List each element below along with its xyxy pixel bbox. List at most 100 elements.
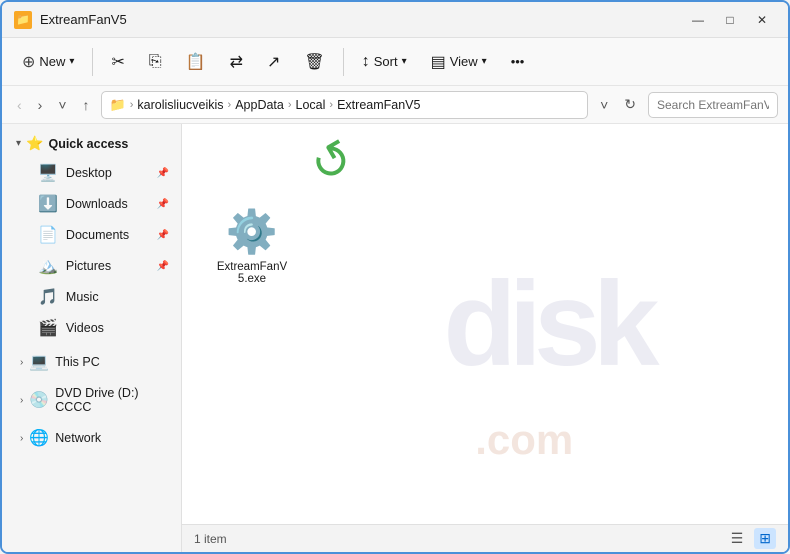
music-icon: 🎵 bbox=[38, 287, 58, 307]
cut-icon: ✂ bbox=[111, 52, 124, 72]
sidebar: ▾ ⭐ Quick access 🖥️ Desktop 📌 ⬇️ Downloa… bbox=[2, 124, 182, 552]
path-separator-1: › bbox=[130, 99, 134, 111]
up-button[interactable]: ↑ bbox=[78, 94, 95, 116]
recent-locations-button[interactable]: ˅ bbox=[53, 94, 71, 116]
sidebar-item-pictures[interactable]: 🏔️ Pictures 📌 bbox=[6, 251, 177, 281]
address-path[interactable]: 📁 › karolisliucveikis › AppData › Local … bbox=[101, 91, 589, 119]
dvd-icon: 💿 bbox=[29, 390, 49, 410]
sidebar-item-downloads-label: Downloads bbox=[66, 197, 149, 211]
list-view-button[interactable]: ☰ bbox=[726, 528, 749, 549]
address-bar: ‹ › ˅ ↑ 📁 › karolisliucveikis › AppData … bbox=[2, 86, 788, 124]
sidebar-item-music-label: Music bbox=[66, 290, 169, 304]
search-input[interactable] bbox=[648, 92, 778, 118]
new-label: New bbox=[39, 54, 65, 69]
sidebar-item-videos-label: Videos bbox=[66, 321, 169, 335]
path-folder-icon: 📁 bbox=[110, 97, 126, 113]
minimize-button[interactable]: — bbox=[684, 10, 712, 30]
address-controls: ˅ ↻ bbox=[594, 93, 642, 116]
maximize-button[interactable]: □ bbox=[716, 10, 744, 30]
watermark-text: disk bbox=[443, 255, 651, 393]
new-chevron-icon: ▾ bbox=[69, 56, 74, 67]
refresh-button[interactable]: ↻ bbox=[618, 93, 642, 116]
sidebar-section-network: › 🌐 Network bbox=[2, 423, 181, 453]
title-bar: 📁 ExtreamFanV5 — □ ✕ bbox=[2, 2, 788, 38]
main-area: ▾ ⭐ Quick access 🖥️ Desktop 📌 ⬇️ Downloa… bbox=[2, 124, 788, 552]
more-button[interactable]: ••• bbox=[501, 49, 535, 74]
new-button[interactable]: ⊕ New ▾ bbox=[12, 47, 84, 77]
network-icon: 🌐 bbox=[29, 428, 49, 448]
sidebar-item-music[interactable]: 🎵 Music bbox=[6, 282, 177, 312]
copy-icon: ⎘ bbox=[149, 53, 162, 71]
exe-file-icon: ⚙️ bbox=[216, 208, 288, 257]
this-pc-icon: 💻 bbox=[29, 352, 49, 372]
move-icon: ⇄ bbox=[230, 52, 243, 72]
view-icon: ▤ bbox=[431, 52, 446, 72]
explorer-window: 📁 ExtreamFanV5 — □ ✕ ⊕ New ▾ ✂ ⎘ 📋 ⇄ ↗ bbox=[0, 0, 790, 554]
file-name-label: ExtreamFanV5.exe bbox=[216, 261, 288, 285]
grid-view-button[interactable]: ⊞ bbox=[754, 528, 776, 549]
delete-icon: 🗑 bbox=[304, 52, 324, 72]
view-label: View bbox=[450, 54, 478, 69]
status-right: ☰ ⊞ bbox=[726, 528, 776, 549]
sidebar-item-dvd[interactable]: › 💿 DVD Drive (D:) CCCC bbox=[6, 381, 177, 419]
close-button[interactable]: ✕ bbox=[748, 10, 776, 30]
sidebar-item-desktop[interactable]: 🖥️ Desktop 📌 bbox=[6, 158, 177, 188]
watermark-sub-text: .com bbox=[475, 416, 573, 464]
sort-button[interactable]: ↕ Sort ▾ bbox=[352, 48, 417, 76]
path-part-2: AppData bbox=[235, 98, 284, 112]
quick-access-header[interactable]: ▾ ⭐ Quick access bbox=[6, 130, 177, 157]
window-title: ExtreamFanV5 bbox=[40, 12, 127, 27]
view-chevron-icon: ▾ bbox=[482, 56, 487, 67]
toolbar: ⊕ New ▾ ✂ ⎘ 📋 ⇄ ↗ 🗑 ↕ Sort ▾ ▤ bbox=[2, 38, 788, 86]
path-part-4: ExtreamFanV5 bbox=[337, 98, 420, 112]
toolbar-divider-2 bbox=[343, 48, 344, 76]
path-separator-4: › bbox=[329, 99, 333, 111]
more-icon: ••• bbox=[511, 54, 525, 69]
path-separator-3: › bbox=[288, 99, 292, 111]
file-item-extreamfanv5[interactable]: ⚙️ ExtreamFanV5.exe bbox=[212, 204, 292, 289]
sidebar-item-network-label: Network bbox=[55, 431, 169, 445]
file-area: disk .com ↺ ⚙️ ExtreamFanV5.exe 1 item ☰… bbox=[182, 124, 788, 552]
share-button[interactable]: ↗ bbox=[257, 47, 290, 77]
title-bar-left: 📁 ExtreamFanV5 bbox=[14, 11, 127, 29]
forward-button[interactable]: › bbox=[33, 94, 48, 116]
quick-access-star-icon: ⭐ bbox=[26, 135, 43, 152]
file-content: disk .com ↺ ⚙️ ExtreamFanV5.exe bbox=[182, 124, 788, 524]
sidebar-item-this-pc[interactable]: › 💻 This PC bbox=[6, 347, 177, 377]
sort-chevron-icon: ▾ bbox=[402, 56, 407, 67]
downloads-pin-icon: 📌 bbox=[157, 199, 169, 210]
share-icon: ↗ bbox=[267, 52, 280, 72]
sidebar-item-downloads[interactable]: ⬇️ Downloads 📌 bbox=[6, 189, 177, 219]
path-part-3: Local bbox=[296, 98, 326, 112]
quick-access-chevron-icon: ▾ bbox=[16, 138, 21, 149]
toolbar-divider-1 bbox=[92, 48, 93, 76]
paste-icon: 📋 bbox=[186, 52, 206, 72]
sidebar-item-network[interactable]: › 🌐 Network bbox=[6, 423, 177, 453]
sidebar-section-dvd: › 💿 DVD Drive (D:) CCCC bbox=[2, 381, 181, 419]
this-pc-chevron-icon: › bbox=[20, 357, 23, 368]
dropdown-button[interactable]: ˅ bbox=[594, 94, 614, 116]
cut-button[interactable]: ✂ bbox=[101, 47, 134, 77]
sidebar-item-documents-label: Documents bbox=[66, 228, 149, 242]
delete-button[interactable]: 🗑 bbox=[294, 47, 334, 77]
documents-pin-icon: 📌 bbox=[157, 230, 169, 241]
paste-button[interactable]: 📋 bbox=[176, 47, 216, 77]
sidebar-item-videos[interactable]: 🎬 Videos bbox=[6, 313, 177, 343]
videos-icon: 🎬 bbox=[38, 318, 58, 338]
view-button[interactable]: ▤ View ▾ bbox=[421, 47, 497, 77]
copy-button[interactable]: ⎘ bbox=[139, 48, 172, 76]
desktop-icon: 🖥️ bbox=[38, 163, 58, 183]
desktop-pin-icon: 📌 bbox=[157, 168, 169, 179]
pictures-icon: 🏔️ bbox=[38, 256, 58, 276]
status-bar: 1 item ☰ ⊞ bbox=[182, 524, 788, 552]
window-controls: — □ ✕ bbox=[684, 10, 776, 30]
back-button[interactable]: ‹ bbox=[12, 94, 27, 116]
loading-arrow-icon: ↺ bbox=[301, 128, 364, 197]
path-part-1: karolisliucveikis bbox=[137, 98, 223, 112]
item-count: 1 item bbox=[194, 532, 227, 546]
quick-access-label: Quick access bbox=[48, 137, 128, 151]
pictures-pin-icon: 📌 bbox=[157, 261, 169, 272]
downloads-icon: ⬇️ bbox=[38, 194, 58, 214]
move-button[interactable]: ⇄ bbox=[220, 47, 253, 77]
sidebar-item-documents[interactable]: 📄 Documents 📌 bbox=[6, 220, 177, 250]
